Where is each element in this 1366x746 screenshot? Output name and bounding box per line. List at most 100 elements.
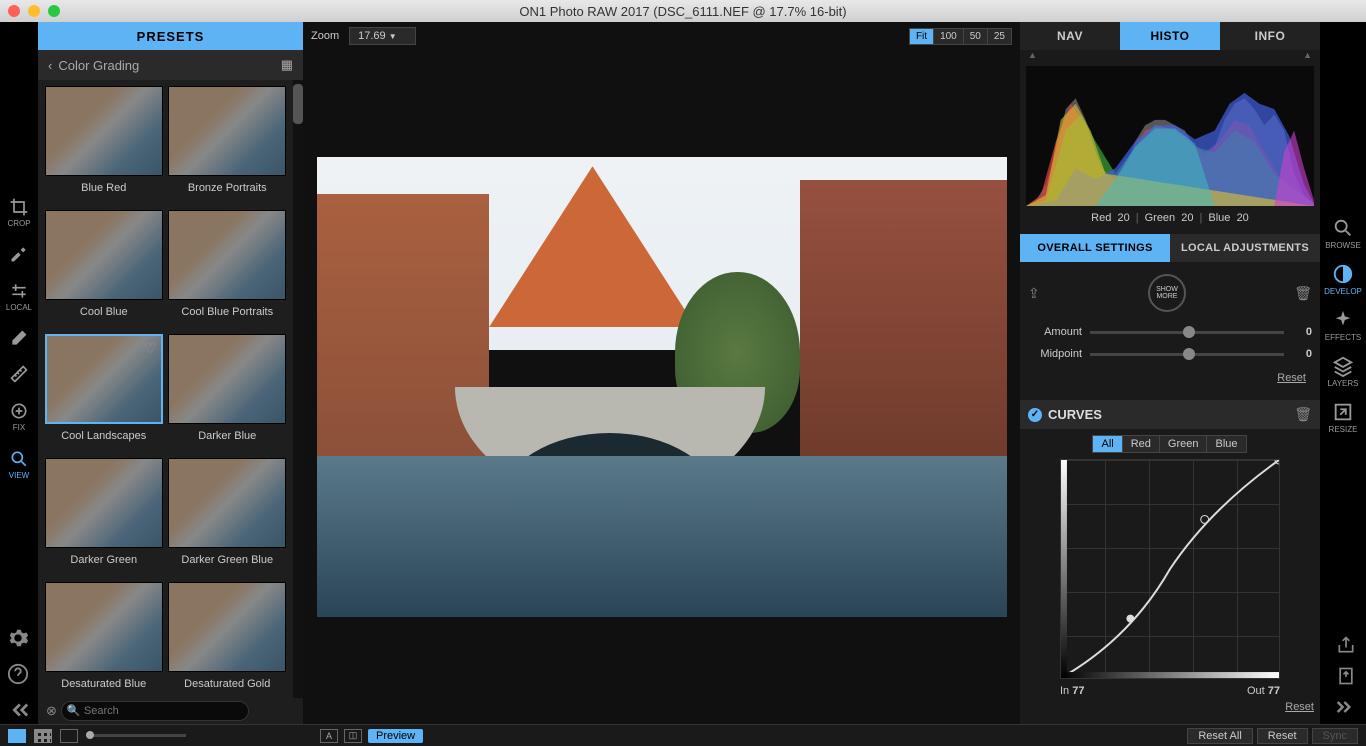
eraser-tool[interactable] bbox=[0, 320, 38, 356]
view-single-button[interactable] bbox=[8, 729, 26, 743]
resize-module[interactable]: RESIZE bbox=[1320, 394, 1366, 440]
photo-canvas[interactable] bbox=[317, 157, 1007, 617]
preset-item[interactable]: Darker Blue bbox=[168, 334, 288, 454]
curves-trash-icon[interactable]: 🗑 bbox=[1294, 406, 1312, 423]
preset-item[interactable]: Blue Red bbox=[44, 86, 164, 206]
amount-label: Amount bbox=[1028, 326, 1082, 338]
preset-item[interactable]: Darker Green Blue bbox=[168, 458, 288, 578]
clear-search-icon[interactable]: ⊗ bbox=[46, 703, 57, 719]
sync-button[interactable]: Sync bbox=[1312, 728, 1358, 744]
presets-scrollbar[interactable] bbox=[293, 80, 303, 698]
effects-module[interactable]: EFFECTS bbox=[1320, 302, 1366, 348]
zoom-label: Zoom bbox=[311, 30, 339, 42]
preset-item[interactable]: Cool Blue bbox=[44, 210, 164, 330]
grid-view-icon[interactable]: ▦ bbox=[281, 57, 293, 73]
tab-nav[interactable]: NAV bbox=[1020, 22, 1120, 50]
zoom-50-button[interactable]: 50 bbox=[963, 28, 988, 45]
zoom-fit-button[interactable]: Fit bbox=[909, 28, 934, 45]
reset-button[interactable]: Reset bbox=[1257, 728, 1308, 744]
show-more-button[interactable]: SHOW MORE bbox=[1148, 274, 1186, 312]
view-split-button[interactable] bbox=[60, 729, 78, 743]
reset-link[interactable]: Reset bbox=[1028, 370, 1312, 386]
highlight-clip-icon[interactable]: ▲ bbox=[1303, 50, 1312, 62]
view-tool[interactable]: VIEW bbox=[0, 440, 38, 488]
preset-item[interactable]: Desaturated Blue bbox=[44, 582, 164, 698]
amount-value: 0 bbox=[1292, 326, 1312, 338]
tool-label: FIX bbox=[13, 423, 25, 432]
chevron-down-icon: ▼ bbox=[389, 32, 397, 41]
preset-search-input[interactable] bbox=[61, 701, 249, 721]
curves-title: CURVES bbox=[1048, 407, 1102, 422]
tab-overall-settings[interactable]: OVERALL SETTINGS bbox=[1020, 234, 1170, 262]
midpoint-label: Midpoint bbox=[1028, 348, 1082, 360]
curves-enabled-checkbox[interactable]: ✓ bbox=[1028, 408, 1042, 422]
preview-button[interactable]: Preview bbox=[368, 729, 423, 743]
font-select-button[interactable]: A bbox=[320, 729, 338, 743]
midpoint-slider[interactable] bbox=[1090, 353, 1284, 356]
preset-item[interactable]: Desaturated Gold bbox=[168, 582, 288, 698]
tab-local-adjustments[interactable]: LOCAL ADJUSTMENTS bbox=[1170, 234, 1320, 262]
amount-slider[interactable] bbox=[1090, 331, 1284, 334]
curves-channel-blue[interactable]: Blue bbox=[1206, 435, 1246, 453]
brush-tool[interactable] bbox=[0, 236, 38, 272]
favorite-heart-icon[interactable]: ♡ bbox=[144, 340, 157, 357]
presets-panel: PRESETS ‹ Color Grading ▦ Blue Red Bronz… bbox=[38, 22, 303, 724]
tab-info[interactable]: INFO bbox=[1220, 22, 1320, 50]
export-icon[interactable]: ⇪ bbox=[1028, 285, 1040, 302]
fix-tool[interactable]: FIX bbox=[0, 392, 38, 440]
export-icon[interactable] bbox=[1336, 666, 1356, 691]
view-compare-button[interactable] bbox=[34, 729, 52, 743]
thumbnail-size-slider[interactable] bbox=[86, 734, 186, 737]
collapse-right-icon[interactable] bbox=[1336, 697, 1356, 722]
presets-header: PRESETS bbox=[38, 22, 303, 50]
develop-module[interactable]: DEVELOP bbox=[1320, 256, 1366, 302]
window-titlebar: ON1 Photo RAW 2017 (DSC_6111.NEF @ 17.7%… bbox=[0, 0, 1366, 22]
help-icon[interactable] bbox=[4, 660, 32, 688]
tool-label: VIEW bbox=[9, 471, 29, 480]
settings-gear-icon[interactable] bbox=[4, 624, 32, 652]
layers-module[interactable]: LAYERS bbox=[1320, 348, 1366, 394]
reset-all-button[interactable]: Reset All bbox=[1187, 728, 1252, 744]
histogram-chart[interactable] bbox=[1026, 66, 1314, 206]
preset-item[interactable]: Darker Green bbox=[44, 458, 164, 578]
preset-item[interactable]: Bronze Portraits bbox=[168, 86, 288, 206]
trash-icon[interactable]: 🗑 bbox=[1294, 285, 1312, 302]
breadcrumb-label: Color Grading bbox=[58, 58, 139, 73]
tool-label: CROP bbox=[7, 219, 30, 228]
bottom-bar: A ◫ Preview Reset All Reset Sync bbox=[0, 724, 1366, 746]
curves-channel-all[interactable]: All bbox=[1092, 435, 1122, 453]
maximize-window-button[interactable] bbox=[48, 5, 60, 17]
midpoint-value: 0 bbox=[1292, 348, 1312, 360]
curves-out-value: 77 bbox=[1268, 685, 1280, 697]
tool-label: LOCAL bbox=[6, 303, 32, 312]
zoom-25-button[interactable]: 25 bbox=[987, 28, 1012, 45]
split-view-button[interactable]: ◫ bbox=[344, 729, 362, 743]
histogram-stats: Red 20 | Green 20 | Blue 20 bbox=[1020, 206, 1320, 230]
zoom-dropdown[interactable]: 17.69 ▼ bbox=[349, 27, 416, 45]
minimize-window-button[interactable] bbox=[28, 5, 40, 17]
back-chevron-icon[interactable]: ‹ bbox=[48, 58, 52, 73]
preset-item[interactable]: Cool Blue Portraits bbox=[168, 210, 288, 330]
window-title: ON1 Photo RAW 2017 (DSC_6111.NEF @ 17.7%… bbox=[519, 4, 846, 19]
curves-reset-link[interactable]: Reset bbox=[1020, 699, 1320, 715]
share-icon[interactable] bbox=[1336, 635, 1356, 660]
curves-editor[interactable] bbox=[1060, 459, 1280, 679]
shadow-clip-icon[interactable]: ▲ bbox=[1028, 50, 1037, 62]
local-adjust-tool[interactable]: LOCAL bbox=[0, 272, 38, 320]
zoom-100-button[interactable]: 100 bbox=[933, 28, 964, 45]
preset-item[interactable]: ♡Cool Landscapes bbox=[44, 334, 164, 454]
collapse-left-icon[interactable] bbox=[4, 696, 32, 724]
tools-sidebar: CROP LOCAL FIX VIEW bbox=[0, 22, 38, 724]
browse-module[interactable]: BROWSE bbox=[1320, 210, 1366, 256]
ruler-tool[interactable] bbox=[0, 356, 38, 392]
curves-channel-green[interactable]: Green bbox=[1159, 435, 1208, 453]
right-panel: NAV HISTO INFO ▲ ▲ Red 20 | Green 20 | Bl… bbox=[1020, 22, 1320, 724]
curves-channel-red[interactable]: Red bbox=[1122, 435, 1160, 453]
canvas-area: Zoom 17.69 ▼ Fit 100 50 25 bbox=[303, 22, 1020, 724]
close-window-button[interactable] bbox=[8, 5, 20, 17]
search-icon: 🔍 bbox=[67, 704, 81, 717]
tab-histo[interactable]: HISTO bbox=[1120, 22, 1220, 50]
presets-grid: Blue Red Bronze Portraits Cool Blue Cool… bbox=[38, 80, 293, 698]
crop-tool[interactable]: CROP bbox=[0, 188, 38, 236]
presets-breadcrumb[interactable]: ‹ Color Grading ▦ bbox=[38, 50, 303, 80]
